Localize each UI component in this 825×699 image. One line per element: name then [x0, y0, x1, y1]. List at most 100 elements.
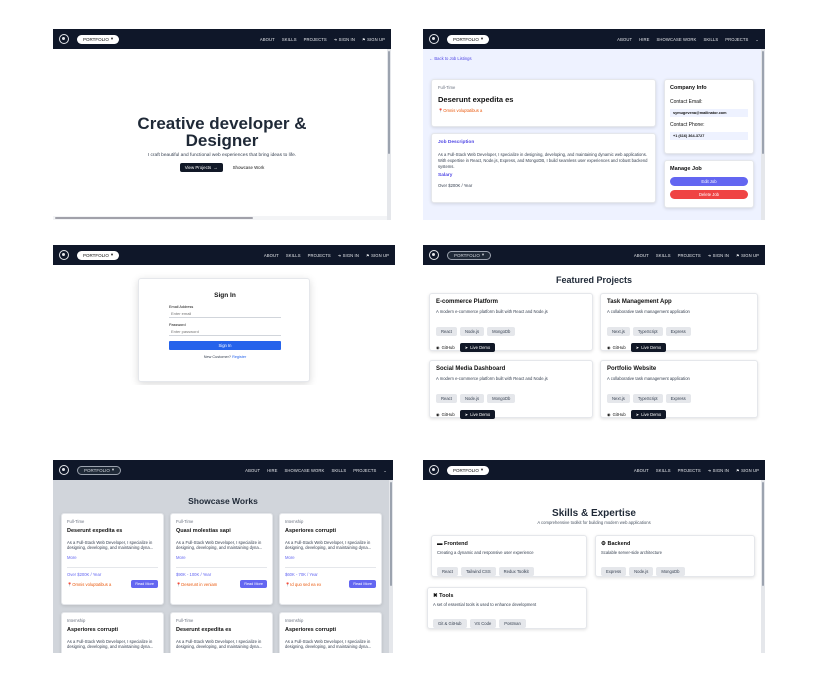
nav-link-about[interactable]: ABOUT	[634, 468, 649, 473]
panel-job-detail: PORTFOLIO ▾ ABOUT HIRE SHOWCASE WORK SKIL…	[423, 29, 765, 220]
github-icon: ◉	[436, 411, 440, 417]
scrollbar[interactable]	[761, 49, 765, 220]
logo-icon[interactable]	[429, 250, 439, 260]
github-link[interactable]: ◉ GitHub	[436, 412, 455, 417]
nav-link-projects[interactable]: PROJECTS	[678, 253, 701, 258]
tag: Redux Toolkit	[498, 566, 534, 576]
panel-sign-in: PORTFOLIO ▾ ABOUT SKILLS PROJECTS ➜ SIGN …	[53, 245, 395, 385]
github-link[interactable]: ◉ GitHub	[607, 412, 626, 417]
nav-link-hire[interactable]: HIRE	[639, 37, 649, 42]
nav-link-hire[interactable]: HIRE	[267, 468, 277, 473]
nav-link-about[interactable]: ABOUT	[264, 253, 279, 258]
phone-value: +1 (616) 364-3727	[670, 131, 748, 140]
more-link[interactable]: More	[67, 555, 158, 561]
nav-link-showcase[interactable]: SHOWCASE WORK	[657, 37, 697, 42]
tag: Express	[665, 393, 691, 403]
read-more-button[interactable]: Read More	[349, 580, 376, 589]
nav-link-about[interactable]: ABOUT	[617, 37, 632, 42]
skill-group-name: Frontend	[444, 541, 468, 547]
brand-pill[interactable]: PORTFOLIO ▾	[447, 34, 490, 44]
more-link[interactable]: More	[176, 555, 267, 561]
logo-icon[interactable]	[59, 465, 69, 475]
tag: Postman	[499, 618, 526, 628]
sign-in-button[interactable]: Sign In	[169, 341, 281, 351]
nav-link-skills[interactable]: SKILLS	[286, 253, 301, 258]
back-link[interactable]: ← Back to Job Listings	[429, 56, 472, 61]
tag: Tailwind CSS	[460, 566, 496, 576]
brand-pill[interactable]: PORTFOLIO ▾	[447, 465, 490, 475]
nav-link-about[interactable]: ABOUT	[634, 253, 649, 258]
job-desc: As a Full-Stack Web Developer, I special…	[176, 539, 263, 551]
brand-pill[interactable]: PORTFOLIO ▾	[447, 250, 492, 260]
job-type: Internship	[285, 519, 304, 524]
nav-link-signin[interactable]: ➜ SIGN IN	[708, 468, 729, 473]
nav-link-skills[interactable]: SKILLS	[703, 37, 718, 42]
brand-pill[interactable]: PORTFOLIO ▾	[77, 34, 120, 44]
delete-job-button[interactable]: Delete Job	[670, 190, 748, 199]
chevron-down-icon: ▾	[110, 252, 114, 257]
nav-link-signup[interactable]: ⚑ SIGN UP	[736, 468, 759, 473]
showcase-card: Full-Time Quasi molestias sapi As a Full…	[170, 513, 273, 605]
nav-link-showcase[interactable]: SHOWCASE WORK	[285, 468, 325, 473]
nav-link-projects[interactable]: PROJECTS	[725, 37, 748, 42]
brand-pill[interactable]: PORTFOLIO ▾	[77, 250, 120, 260]
skill-group-desc: Scalable server-side architecture	[601, 550, 662, 555]
nav-link-about[interactable]: ABOUT	[260, 37, 275, 42]
horizontal-scrollbar[interactable]	[53, 216, 387, 220]
nav-link-signin[interactable]: ➜ SIGN IN	[708, 253, 729, 258]
signup-label: SIGN UP	[741, 252, 759, 258]
read-more-button[interactable]: Read More	[131, 580, 158, 589]
more-link[interactable]: More	[285, 555, 376, 561]
job-location-label: Id quo sed ea ex	[290, 581, 322, 587]
company-heading: Company Info	[670, 85, 707, 91]
nav-link-projects[interactable]: PROJECTS	[353, 468, 376, 473]
project-tags: React Node.js MongoDb	[436, 320, 586, 338]
view-projects-button[interactable]: View Projects →	[179, 162, 223, 172]
password-input[interactable]	[169, 328, 281, 337]
brand-label: PORTFOLIO	[454, 252, 480, 258]
job-location-label: Deserunt in veniam	[181, 581, 218, 587]
logo-icon[interactable]	[59, 34, 69, 44]
live-demo-button[interactable]: ➤ Live Demo	[459, 342, 496, 352]
scrollbar[interactable]	[389, 480, 393, 653]
logo-icon[interactable]	[429, 34, 439, 44]
github-link[interactable]: ◉ GitHub	[436, 345, 455, 350]
live-demo-button[interactable]: ➤ Live Demo	[630, 342, 667, 352]
email-input[interactable]	[169, 310, 281, 319]
nav-link-skills[interactable]: SKILLS	[282, 37, 297, 42]
nav-link-projects[interactable]: PROJECTS	[308, 253, 331, 258]
tag: TypeScript	[632, 393, 663, 403]
salary-value: Over $200K / Year	[438, 182, 473, 188]
github-link[interactable]: ◉ GitHub	[607, 345, 626, 350]
signup-label: SIGN UP	[741, 467, 759, 473]
nav-link-signup[interactable]: ⚑ SIGN UP	[366, 253, 389, 258]
showcase-work-link[interactable]: Showcase Work	[233, 165, 265, 170]
nav-link-skills[interactable]: SKILLS	[656, 253, 671, 258]
chevron-down-icon[interactable]: ⌄	[383, 468, 387, 473]
nav-link-about[interactable]: ABOUT	[245, 468, 260, 473]
edit-job-button[interactable]: Edit Job	[670, 177, 748, 186]
nav-link-skills[interactable]: SKILLS	[656, 468, 671, 473]
nav-link-signup[interactable]: ⚑ SIGN UP	[736, 253, 759, 258]
scrollbar[interactable]	[761, 480, 765, 653]
nav-link-projects[interactable]: PROJECTS	[678, 468, 701, 473]
nav-link-signup[interactable]: ⚑ SIGN UP	[362, 37, 385, 42]
tag: Next.js	[607, 326, 630, 336]
brand-pill[interactable]: PORTFOLIO ▾	[77, 465, 122, 475]
signin-label: SIGN IN	[712, 467, 729, 473]
read-more-button[interactable]: Read More	[240, 580, 267, 589]
live-demo-label: Live Demo	[470, 344, 491, 350]
skill-group-heading: ▬ Frontend	[437, 541, 581, 547]
nav-link-skills[interactable]: SKILLS	[331, 468, 346, 473]
register-link[interactable]: Register	[232, 355, 246, 359]
logo-icon[interactable]	[59, 250, 69, 260]
nav-link-projects[interactable]: PROJECTS	[304, 37, 327, 42]
chevron-down-icon[interactable]: ⌄	[755, 37, 759, 42]
live-demo-button[interactable]: ➤ Live Demo	[630, 409, 667, 419]
github-icon: ◉	[436, 344, 440, 350]
nav-link-signin[interactable]: ➜ SIGN IN	[338, 253, 359, 258]
live-demo-button[interactable]: ➤ Live Demo	[459, 409, 496, 419]
logo-icon[interactable]	[429, 465, 439, 475]
scrollbar[interactable]	[387, 49, 391, 220]
nav-link-signin[interactable]: ➜ SIGN IN	[334, 37, 355, 42]
